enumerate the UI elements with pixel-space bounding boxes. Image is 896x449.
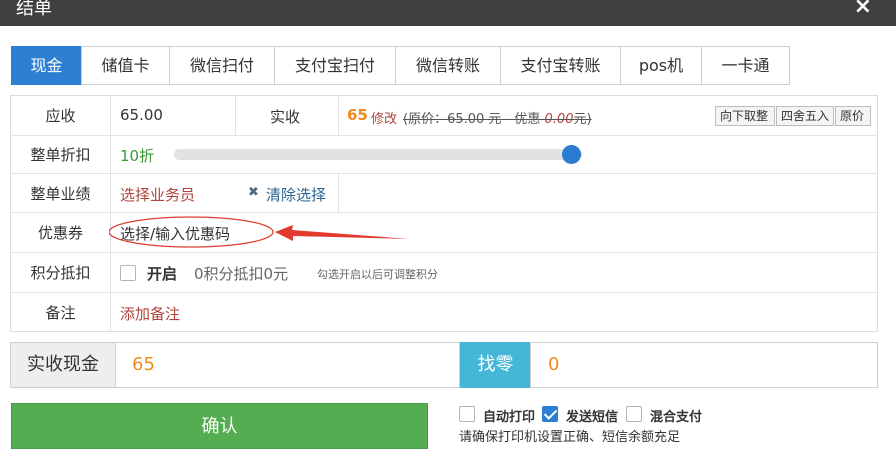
- tab-wechat-scan[interactable]: 微信扫付: [169, 46, 275, 85]
- payment-method-tabs: 现金 储值卡 微信扫付 支付宝扫付 微信转账 支付宝转账 pos机 一卡通: [11, 46, 790, 85]
- tab-alipay-scan[interactable]: 支付宝扫付: [274, 46, 396, 85]
- performance-label: 整单业绩: [11, 174, 111, 212]
- actual-label: 实收: [270, 108, 301, 126]
- discount-slider-track[interactable]: [174, 149, 582, 160]
- cash-received-input[interactable]: 65: [115, 342, 460, 388]
- dialog-titlebar: 结单 ×: [0, 0, 896, 26]
- original-price-tail: 元): [573, 112, 592, 127]
- row-receivable: 应收 65.00 实收 65 修改 (原价：65.00 元 - 优惠 0.00元…: [11, 96, 877, 136]
- tab-pos[interactable]: pos机: [620, 46, 702, 85]
- row-discount: 整单折扣 10折: [11, 136, 877, 174]
- cash-received-label: 实收现金: [10, 342, 116, 388]
- tab-wechat-transfer[interactable]: 微信转账: [395, 46, 501, 85]
- cash-payment-box: 实收现金 65 找零 0: [10, 342, 878, 388]
- tab-alipay-transfer[interactable]: 支付宝转账: [500, 46, 621, 85]
- auto-print-checkbox[interactable]: [459, 406, 475, 422]
- cell-divider: [338, 174, 339, 212]
- actual-value: 65: [347, 106, 368, 124]
- points-label: 积分抵扣: [11, 253, 111, 292]
- points-info: 0积分抵扣0元: [194, 265, 289, 283]
- select-salesperson-link[interactable]: 选择业务员: [120, 184, 195, 205]
- receivable-label: 应收: [11, 96, 111, 135]
- clear-selection-link[interactable]: 清除选择: [266, 184, 326, 205]
- tab-one-card[interactable]: 一卡通: [701, 46, 790, 85]
- tab-stored-value-card[interactable]: 储值卡: [81, 46, 170, 85]
- close-icon[interactable]: ×: [854, 0, 872, 20]
- row-coupon: 优惠券 选择/输入优惠码: [11, 213, 877, 253]
- cell-divider: [338, 96, 339, 135]
- mixed-payment-label: 混合支付: [650, 410, 703, 425]
- checkout-form: 应收 65.00 实收 65 修改 (原价：65.00 元 - 优惠 0.00元…: [10, 95, 878, 332]
- send-sms-checkbox[interactable]: [542, 406, 558, 422]
- round-down-button[interactable]: 向下取整: [715, 106, 775, 126]
- change-label: 找零: [460, 342, 531, 388]
- remark-label: 备注: [11, 293, 111, 332]
- coupon-label: 优惠券: [11, 213, 111, 252]
- original-price-button[interactable]: 原价: [835, 106, 871, 126]
- row-remark: 备注 添加备注: [11, 293, 877, 332]
- points-enable-checkbox[interactable]: [120, 265, 136, 281]
- clear-icon: ✖: [248, 185, 259, 200]
- discount-slider-handle[interactable]: [562, 145, 581, 164]
- dialog-title: 结单: [16, 0, 52, 19]
- points-enable-label: 开启: [147, 265, 178, 283]
- round-half-up-button[interactable]: 四舍五入: [776, 106, 834, 126]
- original-price-note: (原价：65.00 元 - 优惠 0.00元): [403, 108, 592, 127]
- confirm-button[interactable]: 确认: [11, 403, 428, 449]
- cell-divider: [235, 96, 236, 135]
- receivable-value: 65.00: [120, 106, 163, 124]
- original-price-text: (原价：65.00 元 - 优惠: [403, 112, 545, 127]
- row-points: 积分抵扣 开启 0积分抵扣0元 勾选开启以后可调整积分: [11, 253, 877, 293]
- discount-label: 整单折扣: [11, 136, 111, 173]
- auto-print-label: 自动打印: [483, 410, 536, 425]
- tab-cash[interactable]: 现金: [11, 46, 82, 85]
- mixed-payment-checkbox[interactable]: [626, 406, 642, 422]
- add-remark-link[interactable]: 添加备注: [120, 303, 180, 324]
- points-hint: 勾选开启以后可调整积分: [317, 268, 438, 281]
- edit-actual-link[interactable]: 修改: [371, 108, 397, 127]
- change-value: 0: [530, 342, 878, 388]
- discount-amount: 0.00: [544, 112, 574, 127]
- annotation-arrow-icon: [109, 216, 409, 248]
- discount-value: 10折: [120, 147, 155, 165]
- printer-sms-notice: 请确保打印机设置正确、短信余额充足: [459, 430, 681, 445]
- send-sms-label: 发送短信: [566, 410, 619, 425]
- row-performance: 整单业绩 选择业务员 ✖ 清除选择: [11, 174, 877, 213]
